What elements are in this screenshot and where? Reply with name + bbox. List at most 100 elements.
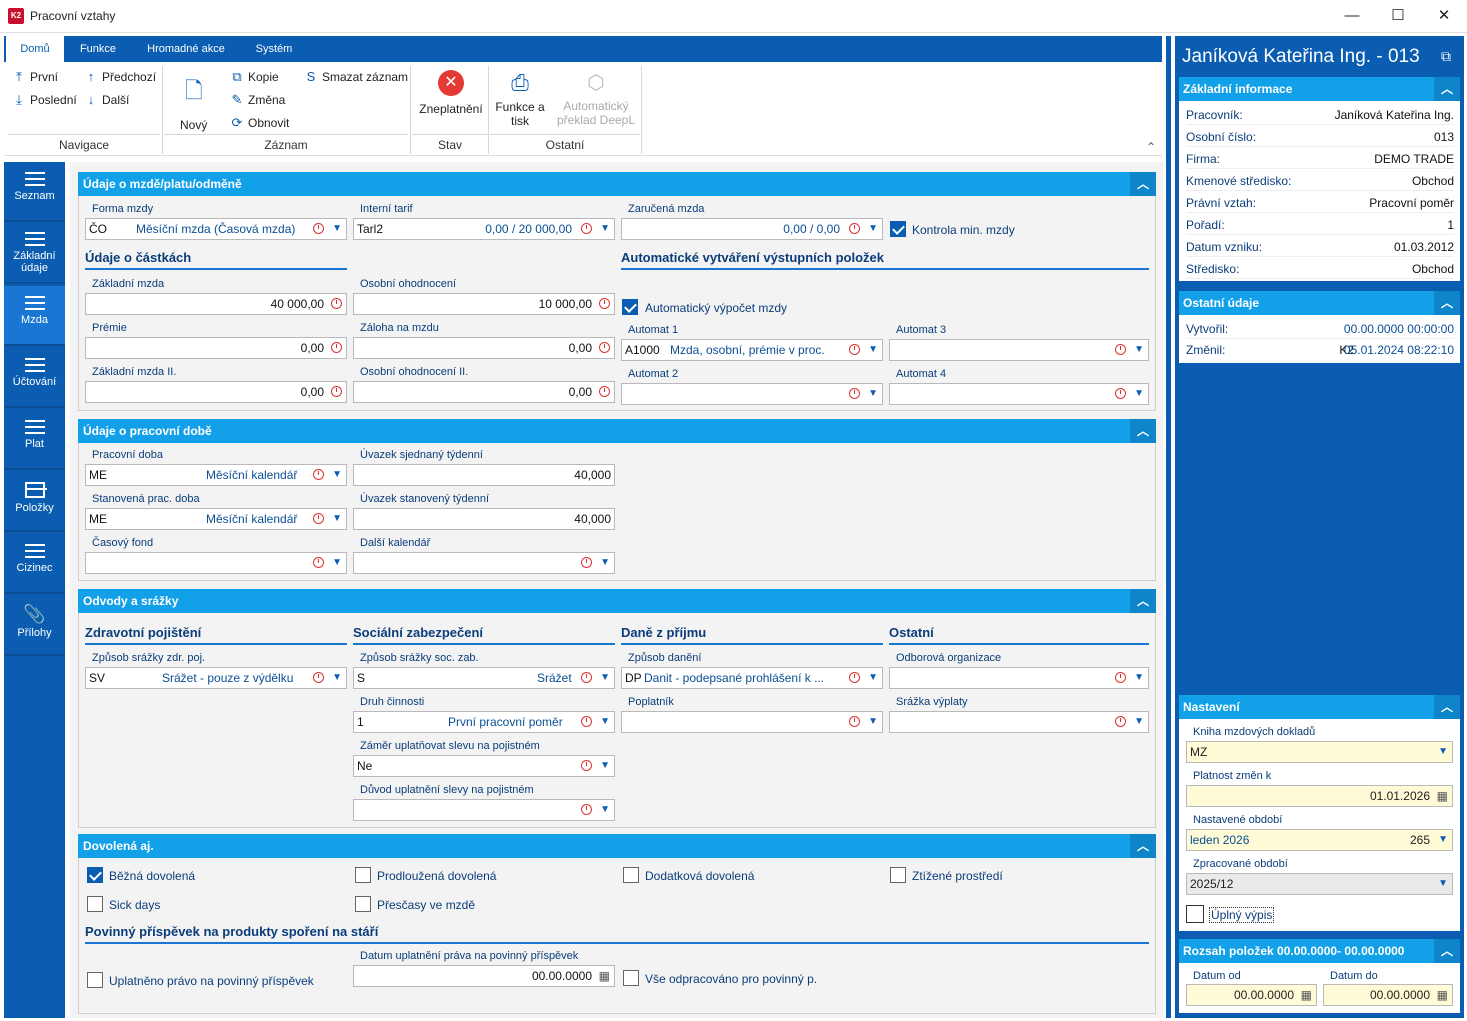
section-odvody-header[interactable]: Odvody a srážky ︿ (78, 589, 1156, 613)
dropdown-icon[interactable]: ▼ (1438, 742, 1448, 762)
collapse-icon[interactable]: ︿ (1434, 77, 1460, 101)
daneni-field[interactable]: DP Danit - podepsané prohlášení k ... ▼ (621, 667, 883, 689)
history-icon[interactable] (1115, 716, 1126, 727)
rozsah-header[interactable]: Rozsah položek 00.00.0000- 00.00.0000 ︿ (1179, 939, 1460, 963)
copy-button[interactable]: ⧉ Kopie (230, 69, 278, 85)
history-icon[interactable] (581, 804, 592, 815)
history-icon[interactable] (313, 513, 324, 524)
datum-od-field[interactable]: 00.00.0000 ▦ (1186, 984, 1317, 1006)
new-button[interactable]: 🗋 Nový (180, 74, 207, 132)
obdobi-field[interactable]: leden 2026 265 ▼ (1186, 829, 1453, 851)
history-icon[interactable] (849, 223, 860, 234)
prodlouzena-checkbox[interactable] (355, 867, 371, 883)
dalsi-kalendar-field[interactable]: ▼ (353, 552, 615, 574)
automat4-field[interactable]: ▼ (889, 383, 1149, 405)
premie-field[interactable]: 0,00 (85, 337, 347, 359)
automat2-field[interactable]: ▼ (621, 383, 883, 405)
first-button[interactable]: ⤒ První (12, 69, 58, 85)
history-icon[interactable] (581, 557, 592, 568)
datum-uplatneni-field[interactable]: 00.00.0000 ▦ (353, 965, 615, 987)
uvazek-stanoveny-field[interactable]: 40,000 (353, 508, 615, 530)
uvazek-sjednany-field[interactable]: 40,000 (353, 464, 615, 486)
history-icon[interactable] (313, 557, 324, 568)
tab-domu[interactable]: Domů (6, 36, 64, 62)
zakladni-mzda2-field[interactable]: 0,00 (85, 381, 347, 403)
history-icon[interactable] (599, 342, 610, 353)
zaloha-field[interactable]: 0,00 (353, 337, 615, 359)
collapse-icon[interactable]: ︿ (1434, 695, 1460, 719)
history-icon[interactable] (599, 298, 610, 309)
nav-seznam[interactable]: Seznam (4, 162, 65, 222)
translate-button[interactable]: ⬡ Automatický překlad DeepL (556, 70, 636, 127)
nav-polozky[interactable]: Položky (4, 472, 65, 532)
bezna-checkbox[interactable] (87, 867, 103, 883)
print-button[interactable]: ⎙ Funkce a tisk (494, 70, 546, 128)
dropdown-icon[interactable]: ▼ (1438, 874, 1448, 894)
platnost-field[interactable]: 01.01.2026 ▦ (1186, 785, 1453, 807)
minimize-button[interactable]: — (1329, 0, 1375, 33)
last-button[interactable]: ⤓ Poslední (12, 92, 77, 108)
zakladni-info-header[interactable]: Základní informace ︿ (1179, 77, 1460, 101)
dropdown-icon[interactable]: ▼ (600, 756, 610, 776)
history-icon[interactable] (331, 342, 342, 353)
invalidate-button[interactable]: ✕ Zneplatnění (416, 70, 486, 116)
history-icon[interactable] (1115, 672, 1126, 683)
forma-mzdy-field[interactable]: ČO Měsíční mzda (Časová mzda) ▼ (85, 218, 347, 240)
dropdown-icon[interactable]: ▼ (600, 712, 610, 732)
nav-plat[interactable]: Plat (4, 410, 65, 470)
zamer-field[interactable]: Ne ▼ (353, 755, 615, 777)
prescasy-checkbox[interactable] (355, 896, 371, 912)
history-icon[interactable] (581, 223, 592, 234)
close-button[interactable]: ✕ (1421, 0, 1467, 33)
automat1-field[interactable]: A1000 Mzda, osobní, prémie v proc. ▼ (621, 339, 883, 361)
ostatni-udaje-header[interactable]: Ostatní údaje ︿ (1179, 291, 1460, 315)
collapse-icon[interactable]: ︿ (1130, 172, 1156, 196)
calendar-icon[interactable]: ▦ (1437, 786, 1448, 806)
dropdown-icon[interactable]: ▼ (868, 668, 878, 688)
history-icon[interactable] (849, 344, 860, 355)
maximize-button[interactable]: ☐ (1375, 0, 1421, 33)
stanovena-doba-field[interactable]: ME Měsíční kalendář ▼ (85, 508, 347, 530)
nav-prilohy[interactable]: 📎 Přílohy (4, 596, 65, 656)
ztizene-checkbox[interactable] (890, 867, 906, 883)
history-icon[interactable] (581, 716, 592, 727)
dropdown-icon[interactable]: ▼ (332, 668, 342, 688)
calendar-icon[interactable]: ▦ (1301, 985, 1312, 1005)
kontrola-checkbox[interactable] (890, 221, 906, 237)
nav-zakladni-udaje[interactable]: Základní údaje (4, 224, 65, 284)
history-icon[interactable] (331, 298, 342, 309)
dropdown-icon[interactable]: ▼ (332, 553, 342, 573)
odborova-field[interactable]: ▼ (889, 667, 1149, 689)
next-button[interactable]: ↓ Další (84, 92, 130, 107)
tab-funkce[interactable]: Funkce (66, 36, 130, 62)
casovy-fond-field[interactable]: ▼ (85, 552, 347, 574)
history-icon[interactable] (849, 672, 860, 683)
section-mzda-header[interactable]: Údaje o mzdě/platu/odměně ︿ (78, 172, 1156, 196)
collapse-icon[interactable]: ︿ (1130, 419, 1156, 443)
dropdown-icon[interactable]: ▼ (1134, 668, 1144, 688)
auto-vypocet-checkbox[interactable] (622, 299, 638, 315)
calendar-icon[interactable]: ▦ (599, 966, 610, 986)
tarif-field[interactable]: Tarl2 0,00 / 20 000,00 ▼ (353, 218, 615, 240)
duvod-field[interactable]: ▼ (353, 799, 615, 821)
zp-field[interactable]: SV Srážet - pouze z výdělku ▼ (85, 667, 347, 689)
history-icon[interactable] (849, 388, 860, 399)
automat3-field[interactable]: ▼ (889, 339, 1149, 361)
history-icon[interactable] (581, 760, 592, 771)
change-button[interactable]: ✎ Změna (230, 92, 286, 108)
osobni2-field[interactable]: 0,00 (353, 381, 615, 403)
vse-checkbox[interactable] (623, 970, 639, 986)
external-link-icon[interactable]: ⧉ (1441, 48, 1451, 65)
section-dovolena-header[interactable]: Dovolená aj. ︿ (78, 834, 1156, 858)
zpracovane-field[interactable]: 2025/12 ▼ (1186, 873, 1453, 895)
history-icon[interactable] (313, 672, 324, 683)
history-icon[interactable] (599, 386, 610, 397)
osobni-field[interactable]: 10 000,00 (353, 293, 615, 315)
history-icon[interactable] (331, 386, 342, 397)
dropdown-icon[interactable]: ▼ (332, 509, 342, 529)
refresh-button[interactable]: ⟳ Obnovit (230, 115, 290, 131)
dodatkova-checkbox[interactable] (623, 867, 639, 883)
pracovni-doba-field[interactable]: ME Měsíční kalendář ▼ (85, 464, 347, 486)
dropdown-icon[interactable]: ▼ (868, 712, 878, 732)
collapse-ribbon-icon[interactable]: ⌃ (1146, 140, 1156, 154)
